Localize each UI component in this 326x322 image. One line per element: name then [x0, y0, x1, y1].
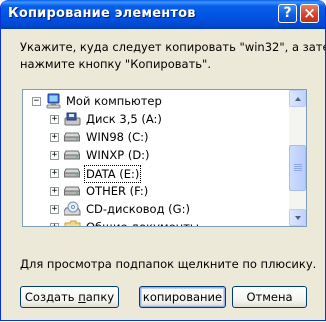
expand-toggle[interactable]: + [50, 205, 59, 214]
tree-item-floppy-a[interactable]: + Диск 3,5 (A:) [50, 111, 280, 127]
help-button[interactable]: ? [278, 4, 297, 23]
collapse-toggle[interactable]: − [32, 97, 41, 106]
arrow-down-icon [295, 216, 301, 220]
instruction-text: Укажите, куда следует копировать "win32"… [20, 39, 326, 73]
tree-item-label: WIN98 (C:) [86, 130, 149, 144]
tree-item-label: OTHER (F:) [86, 184, 149, 198]
hard-drive-icon [64, 150, 80, 160]
new-folder-label-prefix: Создать [24, 290, 79, 304]
tree-item-label: Общие документы [86, 220, 199, 227]
tree-item-drive-f[interactable]: + OTHER (F:) [50, 183, 280, 199]
tree-item-label: Диск 3,5 (A:) [86, 112, 162, 126]
new-folder-hotkey: п [78, 290, 86, 304]
grip-line-icon [294, 168, 302, 169]
tree-item-drive-e[interactable]: + DATA (E:) [50, 165, 280, 183]
new-folder-button[interactable]: Создать папку [20, 286, 119, 308]
instruction-line-1: Укажите, куда следует копировать "win32"… [20, 40, 326, 54]
cancel-button[interactable]: Отмена [232, 286, 307, 308]
cd-drive-icon [64, 201, 81, 216]
folder-tree[interactable]: − Мой компьютер + Диск 3,5 (A:) + WIN98 … [22, 89, 307, 227]
expand-toggle[interactable]: + [50, 169, 59, 178]
tree-item-shared-documents[interactable]: + Общие документы [50, 219, 280, 227]
expand-toggle[interactable]: + [50, 151, 59, 160]
scroll-down-button[interactable] [289, 209, 306, 226]
instruction-line-2: нажмите кнопку "Копировать". [20, 57, 211, 71]
hint-text: Для просмотра подпапок щелкните по плюси… [20, 257, 317, 271]
tree-item-label: CD-дисковод (G:) [86, 202, 190, 216]
tree-item-label-selected: DATA (E:) [84, 165, 142, 183]
tree-item-drive-d[interactable]: + WINXP (D:) [50, 147, 280, 163]
new-folder-label-suffix: апку [85, 290, 115, 304]
tree-item-drive-c[interactable]: + WIN98 (C:) [50, 129, 280, 145]
expand-toggle[interactable]: + [50, 223, 59, 226]
scroll-thumb[interactable] [289, 145, 306, 191]
floppy-drive-icon [64, 112, 81, 126]
tree-item-label: Мой компьютер [66, 94, 162, 108]
window-title: Копирование элементов [8, 6, 196, 21]
expand-toggle[interactable]: + [50, 115, 59, 124]
scroll-up-button[interactable] [289, 90, 306, 107]
folder-icon [64, 220, 81, 226]
arrow-up-icon [295, 97, 301, 101]
tree-item-cd-g[interactable]: + CD-дисковод (G:) [50, 201, 280, 217]
grip-line-icon [294, 164, 302, 165]
hard-drive-icon [64, 168, 80, 178]
title-bar[interactable]: Копирование элементов ? × [1, 0, 325, 29]
hard-drive-icon [64, 186, 80, 196]
tree-item-my-computer[interactable]: − Мой компьютер [32, 93, 282, 109]
hard-drive-icon [64, 132, 80, 142]
computer-icon [46, 93, 61, 109]
copy-items-dialog: Копирование элементов ? × Укажите, куда … [0, 0, 326, 321]
expand-toggle[interactable]: + [50, 187, 59, 196]
grip-line-icon [294, 170, 302, 171]
expand-toggle[interactable]: + [50, 133, 59, 142]
copy-button[interactable]: копирование [139, 286, 226, 308]
tree-scrollbar[interactable] [289, 90, 306, 226]
grip-line-icon [294, 166, 302, 167]
tree-item-label: WINXP (D:) [86, 148, 150, 162]
close-button[interactable]: × [300, 4, 319, 23]
